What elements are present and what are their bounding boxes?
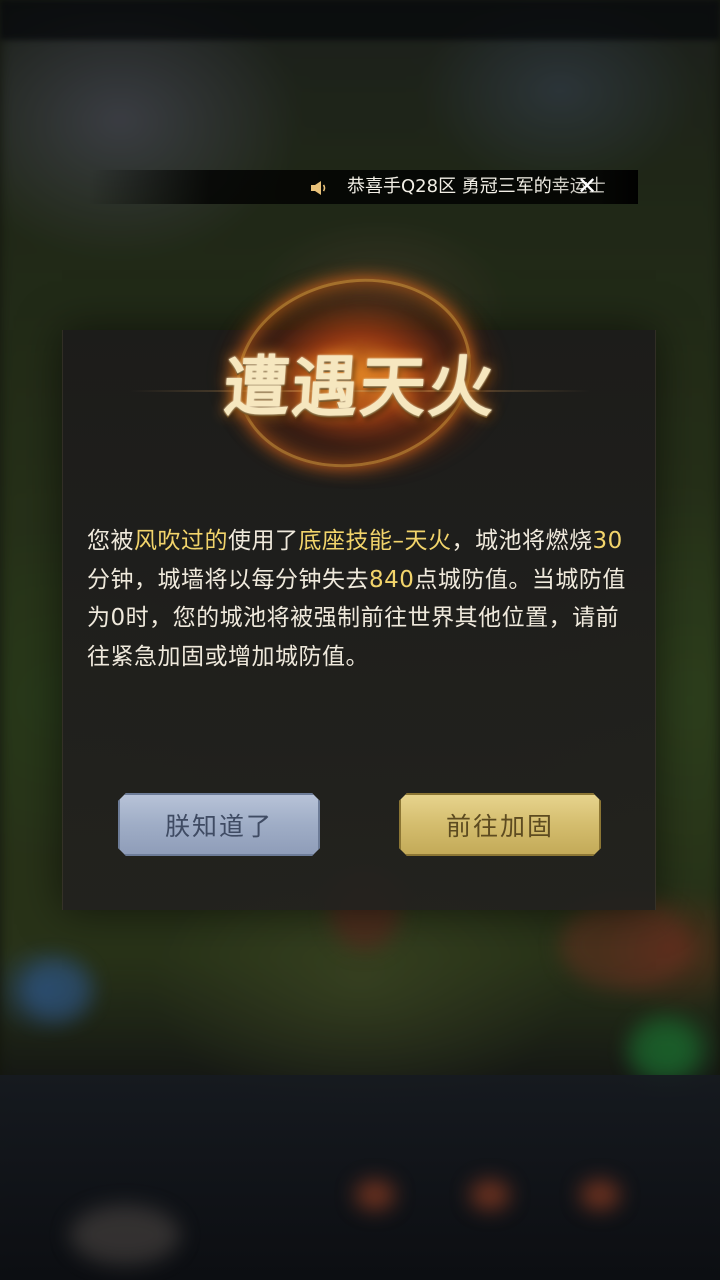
blurred-menu-icon [470, 1180, 510, 1210]
system-notice-marquee: 恭喜手Q28区 勇冠三军的幸运士 ✕ [88, 170, 638, 204]
attacker-name: 风吹过的 [134, 528, 228, 554]
skill-name: 底座技能–天火 [298, 528, 452, 554]
blurred-menu-icon [70, 1205, 180, 1265]
notice-text: 恭喜手Q28区 勇冠三军的幸运士 [347, 175, 606, 199]
dialog-title: 遭遇天火 [221, 348, 499, 426]
dialog-message: 您被风吹过的使用了底座技能–天火，城池将燃烧30分钟，城墙将以每分钟失去840点… [87, 522, 627, 676]
blurred-menu-icon [355, 1180, 395, 1210]
notice-fade [598, 170, 638, 204]
message-text: 使用了 [228, 528, 299, 554]
burn-minutes: 30 [592, 528, 623, 554]
message-text: 您被 [87, 528, 134, 554]
reinforce-button[interactable]: 前往加固 [399, 793, 601, 856]
close-icon[interactable]: ✕ [576, 174, 598, 198]
acknowledge-button-label: 朕知道了 [164, 811, 273, 841]
message-text: ，城池将燃烧 [451, 528, 593, 554]
blurred-bottom-panel [0, 1075, 720, 1280]
message-text: 分钟，城墙将以每分钟失去 [87, 566, 369, 593]
speaker-icon [311, 181, 326, 195]
acknowledge-button[interactable]: 朕知道了 [118, 793, 320, 856]
defense-loss-value: 840 [369, 566, 415, 593]
blurred-menu-icon [580, 1180, 620, 1210]
notice-text-main: 恭喜手Q28区 勇冠三军的 [347, 176, 552, 197]
reinforce-button-label: 前往加固 [445, 811, 554, 841]
game-screen: 恭喜手Q28区 勇冠三军的幸运士 ✕ 遭遇天火 您被风吹过的使用了底座技能–天火… [0, 0, 720, 1280]
